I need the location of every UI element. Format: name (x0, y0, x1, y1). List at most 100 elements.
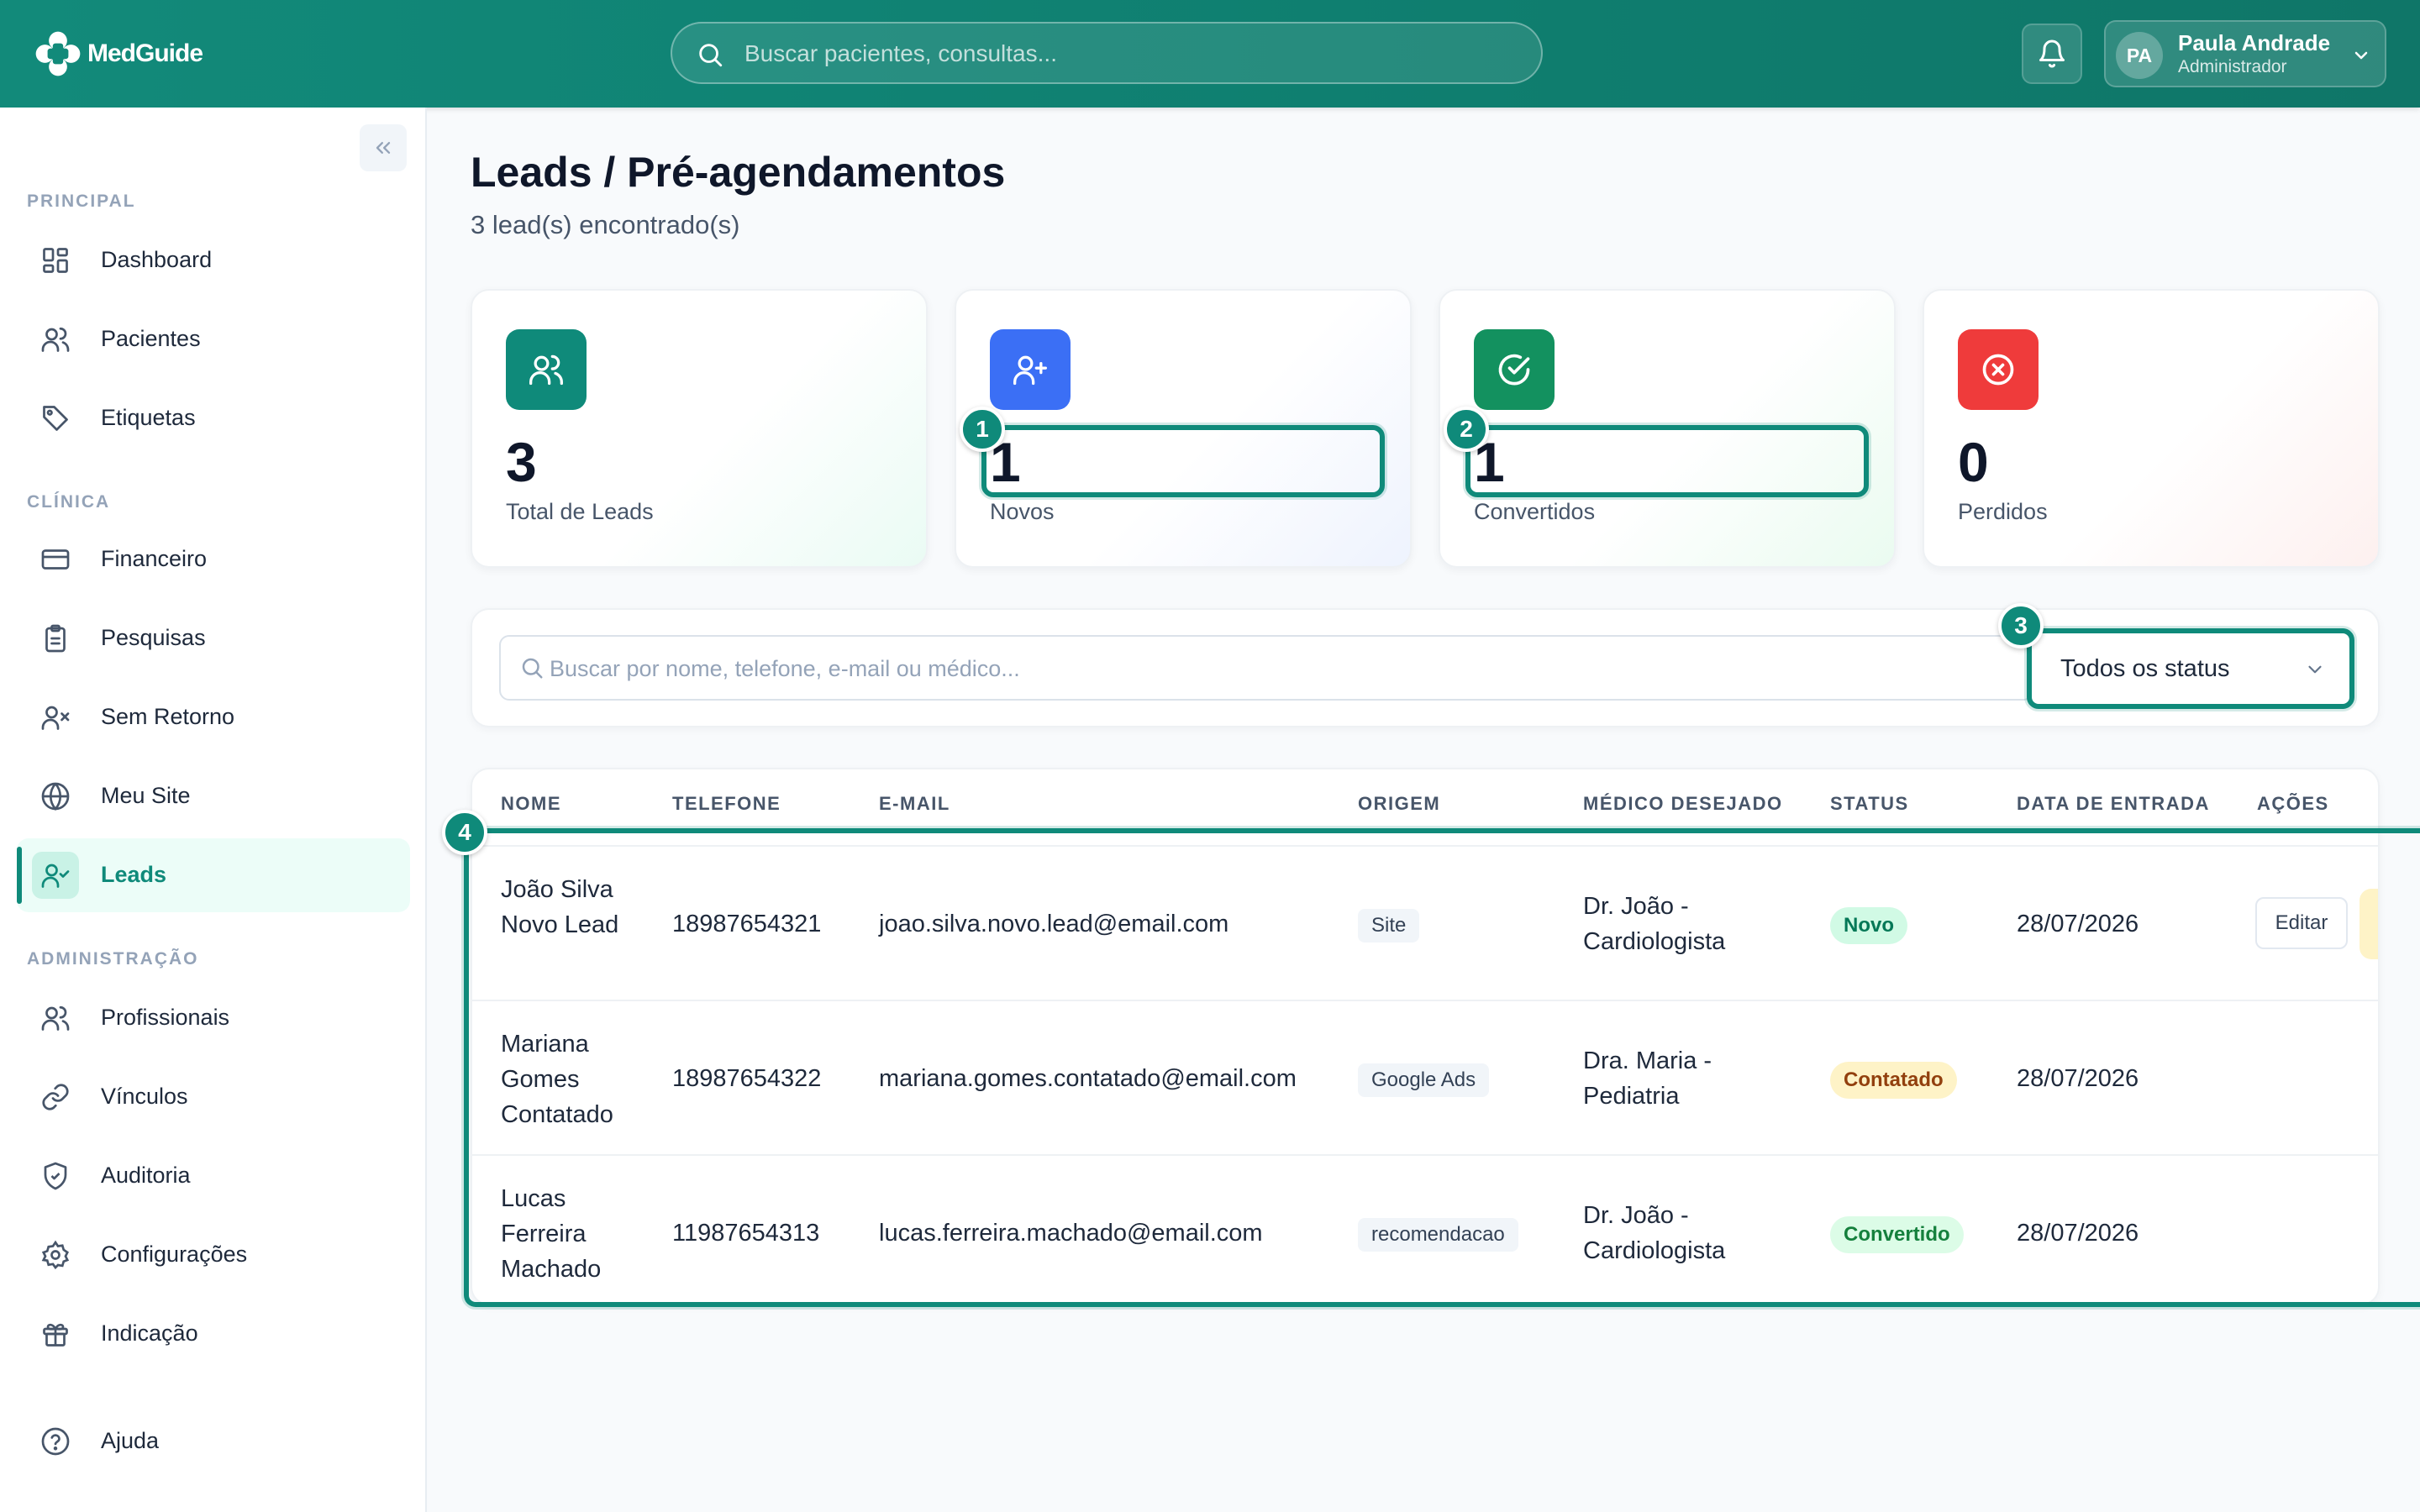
annotation-badge-2: 2 (1444, 407, 1489, 452)
check-circle-icon (1498, 354, 1530, 386)
stat-icon-box (1474, 329, 1555, 410)
help-icon (41, 1427, 70, 1456)
chevron-down-icon (2308, 665, 2322, 674)
sidebar-item-etiquetas[interactable]: Etiquetas (17, 381, 410, 455)
sidebar-item-label: Pesquisas (101, 625, 206, 650)
status-filter-value: Todos os status (2060, 655, 2230, 682)
leads-search-input[interactable] (548, 637, 2013, 701)
users-icon (41, 327, 70, 352)
chevron-down-icon (2354, 51, 2368, 60)
search-icon (522, 658, 543, 679)
search-icon (699, 44, 723, 67)
gift-icon (43, 1323, 68, 1347)
sidebar: PRINCIPAL Dashboard Pacientes Etiquetas … (0, 108, 427, 1512)
link-icon (42, 1084, 69, 1110)
sidebar-item-dashboard[interactable]: Dashboard (17, 223, 410, 297)
bell-icon (2039, 39, 2065, 68)
stat-label: Total de Leads (506, 499, 654, 524)
avatar: PA (2116, 32, 2163, 79)
stat-label: Convertidos (1474, 499, 1596, 524)
sidebar-item-pesquisas[interactable]: Pesquisas (17, 601, 410, 675)
column-header-acoes: AÇÕES (2257, 793, 2329, 814)
annotation-badge-1: 1 (960, 407, 1005, 452)
stat-card-total: 3 Total de Leads (471, 289, 928, 568)
x-circle-icon (1982, 354, 2014, 386)
sidebar-item-label: Profissionais (101, 1005, 230, 1030)
section-label-principal: PRINCIPAL (27, 192, 136, 211)
section-label-clinica: CLÍNICA (27, 492, 111, 512)
status-filter-select[interactable]: Todos os status (2027, 628, 2354, 709)
sidebar-item-label: Sem Retorno (101, 704, 235, 729)
stat-value: 3 (506, 431, 537, 493)
annotation-badge-4: 4 (442, 810, 487, 855)
user-name: Paula Andrade (2178, 30, 2331, 55)
sidebar-item-sem-retorno[interactable]: Sem Retorno (17, 680, 410, 754)
user-x-icon (41, 706, 70, 730)
highlight-box-convertidos (1465, 425, 1869, 497)
page-subtitle: 3 lead(s) encontrado(s) (471, 210, 740, 239)
user-check-icon (41, 864, 70, 888)
leads-search[interactable] (499, 635, 2033, 701)
tag-icon (43, 406, 68, 431)
sidebar-item-profissionais[interactable]: Profissionais (17, 981, 410, 1055)
sidebar-item-leads[interactable]: Leads (17, 838, 410, 912)
stat-icon-box (506, 329, 587, 410)
sidebar-item-meu-site[interactable]: Meu Site (17, 759, 410, 833)
sidebar-item-auditoria[interactable]: Auditoria (17, 1139, 410, 1213)
users-icon (529, 354, 563, 386)
shield-icon (44, 1162, 67, 1190)
sidebar-item-vinculos[interactable]: Vínculos (17, 1060, 410, 1134)
column-header-email[interactable]: E-MAIL (879, 793, 950, 815)
dashboard-icon (43, 248, 68, 273)
stat-icon-box (990, 329, 1071, 410)
sidebar-item-label: Indicação (101, 1320, 198, 1346)
stat-icon-box (1958, 329, 2039, 410)
user-plus-icon (1013, 355, 1047, 386)
column-header-telefone[interactable]: TELEFONE (672, 793, 781, 815)
globe-icon (41, 782, 70, 811)
column-header-origem[interactable]: ORIGEM (1358, 793, 1440, 815)
highlight-box-table-rows (464, 828, 2420, 1307)
global-search[interactable] (671, 22, 1543, 84)
sidebar-item-financeiro[interactable]: Financeiro (17, 522, 410, 596)
chevrons-left-icon (376, 142, 391, 154)
sidebar-item-label: Configurações (101, 1242, 248, 1267)
sidebar-item-ajuda[interactable]: Ajuda (17, 1404, 410, 1478)
credit-card-icon (41, 549, 70, 570)
sidebar-item-label: Vínculos (101, 1084, 188, 1109)
column-header-data[interactable]: DATA DE ENTRADA (2017, 793, 2210, 815)
medguide-logo-icon (35, 31, 81, 76)
column-header-status[interactable]: STATUS (1830, 793, 1909, 815)
app-name: MedGuide (87, 39, 203, 67)
sidebar-item-configuracoes[interactable]: Configurações (17, 1218, 410, 1292)
user-icon (41, 1005, 70, 1031)
page-title: Leads / Pré-agendamentos (471, 149, 1006, 196)
stat-value: 0 (1958, 431, 1989, 493)
sidebar-item-label: Ajuda (101, 1428, 160, 1453)
sidebar-item-label: Pacientes (101, 326, 201, 351)
column-header-medico[interactable]: MÉDICO DESEJADO (1583, 793, 1783, 815)
stat-card-perdidos: 0 Perdidos (1923, 289, 2380, 568)
sidebar-item-label: Financeiro (101, 546, 208, 571)
sidebar-item-label: Leads (101, 862, 167, 887)
notifications-button[interactable] (2022, 24, 2082, 84)
highlight-box-novos (981, 425, 1385, 497)
sidebar-item-label: Dashboard (101, 247, 213, 272)
sidebar-item-label: Auditoria (101, 1163, 191, 1188)
gear-icon (41, 1240, 70, 1270)
user-menu[interactable]: PA Paula Andrade Administrador (2104, 20, 2386, 87)
section-label-administracao: ADMINISTRAÇÃO (27, 949, 199, 969)
stat-label: Novos (990, 499, 1055, 524)
sidebar-item-pacientes[interactable]: Pacientes (17, 302, 410, 376)
sidebar-item-label: Etiquetas (101, 405, 196, 430)
global-search-input[interactable] (743, 24, 1519, 84)
annotation-badge-3: 3 (1998, 603, 2044, 648)
logo[interactable]: MedGuide (32, 25, 203, 82)
sidebar-item-label: Meu Site (101, 783, 191, 808)
sidebar-item-indicacao[interactable]: Indicação (17, 1297, 410, 1371)
user-role: Administrador (2178, 57, 2287, 76)
column-header-nome[interactable]: NOME (501, 793, 561, 815)
topbar: MedGuide PA Paula Andrade Administrador (0, 0, 2420, 108)
collapse-sidebar-button[interactable] (360, 124, 407, 171)
clipboard-icon (45, 624, 66, 653)
